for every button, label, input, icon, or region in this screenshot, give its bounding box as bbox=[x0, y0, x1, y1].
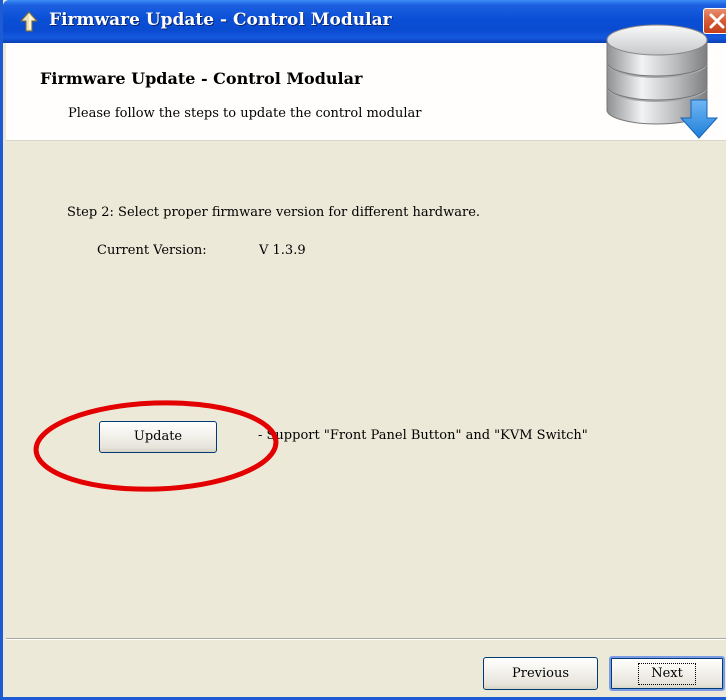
current-version-label: Current Version: bbox=[97, 243, 207, 258]
header-title: Firmware Update - Control Modular bbox=[40, 69, 363, 88]
header-subtitle: Please follow the steps to update the co… bbox=[68, 106, 422, 121]
support-description: - Support "Front Panel Button" and "KVM … bbox=[258, 428, 588, 443]
upload-arrow-icon bbox=[19, 11, 39, 32]
footer-divider bbox=[6, 638, 726, 640]
database-download-icon bbox=[606, 24, 719, 139]
window-title: Firmware Update - Control Modular bbox=[49, 10, 392, 30]
step-instruction: Step 2: Select proper firmware version f… bbox=[67, 205, 481, 220]
next-button-label: Next bbox=[638, 663, 696, 685]
firmware-update-window: Firmware Update - Control Modular Firmwa… bbox=[0, 0, 726, 700]
current-version-value: V 1.3.9 bbox=[259, 243, 306, 258]
previous-button[interactable]: Previous bbox=[483, 657, 598, 690]
next-button[interactable]: Next bbox=[609, 656, 725, 691]
update-button[interactable]: Update bbox=[99, 421, 217, 453]
